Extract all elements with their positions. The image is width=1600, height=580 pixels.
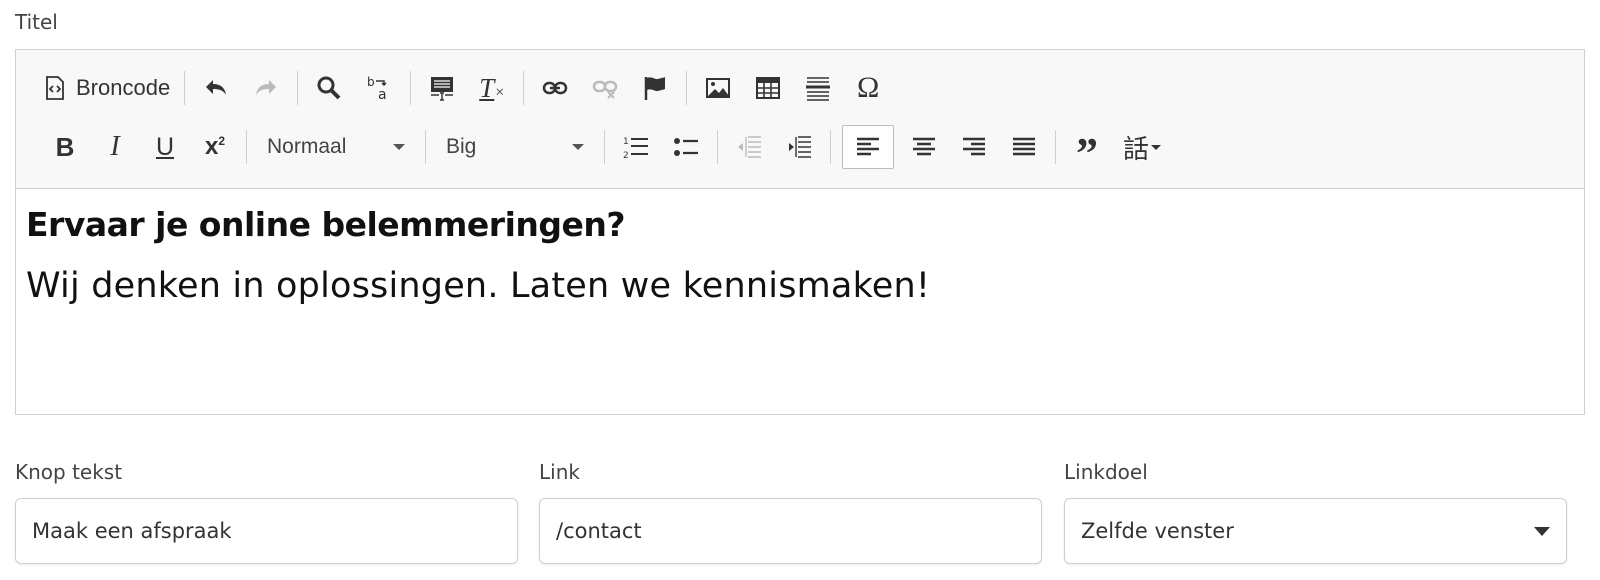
select-all-icon xyxy=(431,77,454,101)
search-icon xyxy=(317,76,341,100)
anchor-button[interactable] xyxy=(635,68,675,108)
chevron-down-icon xyxy=(1151,144,1161,150)
toolbar-separator xyxy=(184,71,186,105)
superscript-icon: x2 xyxy=(204,133,226,160)
svg-text:2: 2 xyxy=(623,151,629,160)
font-size-dropdown[interactable]: Big xyxy=(432,127,598,167)
toolbar-separator xyxy=(297,71,299,105)
editor-content[interactable]: Ervaar je online belemmeringen? Wij denk… xyxy=(26,205,1574,306)
redo-button[interactable] xyxy=(246,68,286,108)
remove-format-icon: T× xyxy=(479,72,506,103)
special-char-button[interactable]: Ω xyxy=(848,68,888,108)
toolbar-separator xyxy=(425,130,426,164)
indent-button[interactable] xyxy=(779,127,819,167)
italic-button[interactable]: I xyxy=(95,127,135,167)
blockquote-button[interactable]: ” xyxy=(1067,127,1107,176)
link-target-value: Zelfde venster xyxy=(1081,519,1234,543)
image-icon xyxy=(706,78,731,98)
align-center-icon xyxy=(913,137,935,156)
replace-icon: b a xyxy=(367,75,387,101)
link-field[interactable] xyxy=(539,498,1042,564)
superscript-button[interactable]: x2 xyxy=(195,127,235,167)
toolbar-separator xyxy=(246,130,247,164)
toolbar-separator xyxy=(604,130,605,164)
svg-text:b: b xyxy=(367,75,375,89)
underline-button[interactable]: U xyxy=(145,127,185,167)
align-right-icon xyxy=(963,137,985,156)
find-button[interactable] xyxy=(309,68,349,108)
toolbar-separator xyxy=(717,130,718,164)
omega-icon: Ω xyxy=(857,71,880,104)
remove-format-button[interactable]: T× xyxy=(472,68,512,108)
content-paragraph: Wij denken in oplossingen. Laten we kenn… xyxy=(26,266,931,306)
undo-icon xyxy=(206,80,227,95)
outdent-icon xyxy=(738,136,761,158)
bold-button[interactable]: B xyxy=(45,127,85,167)
horizontal-line-button[interactable] xyxy=(798,68,838,108)
outdent-button[interactable] xyxy=(729,127,769,167)
image-button[interactable] xyxy=(698,68,738,108)
link-button[interactable] xyxy=(535,68,575,108)
align-center-button[interactable] xyxy=(904,127,944,167)
source-button[interactable]: Broncode xyxy=(40,68,178,108)
source-code-icon xyxy=(46,76,64,100)
toolbar-separator xyxy=(686,71,688,105)
italic-icon: I xyxy=(110,131,120,162)
font-size-dropdown-value: Big xyxy=(446,135,477,158)
align-right-button[interactable] xyxy=(954,127,994,167)
select-all-button[interactable] xyxy=(422,68,462,108)
button-text-label: Knop tekst xyxy=(15,460,123,484)
link-input[interactable] xyxy=(540,499,1041,563)
link-icon xyxy=(542,81,568,95)
bulleted-list-button[interactable] xyxy=(666,127,706,167)
bulleted-list-icon xyxy=(674,138,698,156)
table-button[interactable] xyxy=(748,68,788,108)
link-target-select[interactable]: Zelfde venster xyxy=(1064,498,1567,564)
toolbar-separator xyxy=(830,130,831,164)
button-text-field[interactable] xyxy=(15,498,518,564)
align-left-button[interactable] xyxy=(842,125,894,169)
horizontal-line-icon xyxy=(806,77,831,101)
chevron-down-icon xyxy=(572,144,584,150)
rich-text-editor: Broncode b a T× Ω B I U x2 Normaal Big 1… xyxy=(15,49,1585,415)
replace-button[interactable]: b a xyxy=(359,68,399,108)
chevron-down-icon xyxy=(393,144,405,150)
chevron-down-icon xyxy=(1534,526,1550,536)
flag-icon xyxy=(644,77,666,100)
indent-icon xyxy=(789,136,811,158)
svg-text:a: a xyxy=(378,87,387,101)
format-dropdown-value: Normaal xyxy=(267,135,347,158)
svg-text:1: 1 xyxy=(623,137,629,147)
toolbar-separator xyxy=(523,71,525,105)
language-icon: 話 xyxy=(1122,134,1149,164)
bold-icon: B xyxy=(55,131,75,162)
quote-icon: ” xyxy=(1076,129,1098,178)
language-button[interactable]: 話 xyxy=(1117,127,1167,167)
format-dropdown[interactable]: Normaal xyxy=(253,127,419,167)
align-justify-button[interactable] xyxy=(1004,127,1044,167)
editor-toolbar: Broncode b a T× Ω B I U x2 Normaal Big 1… xyxy=(16,50,1584,189)
underline-icon: U xyxy=(155,132,175,161)
unlink-icon xyxy=(592,80,618,99)
table-icon xyxy=(756,77,781,99)
toolbar-separator xyxy=(410,71,412,105)
link-target-label: Linkdoel xyxy=(1064,460,1148,484)
align-justify-icon xyxy=(1013,137,1035,156)
undo-button[interactable] xyxy=(196,68,236,108)
title-label: Titel xyxy=(15,10,58,34)
content-heading: Ervaar je online belemmeringen? xyxy=(26,205,626,244)
source-button-label: Broncode xyxy=(76,75,171,100)
button-text-input[interactable] xyxy=(16,499,517,563)
numbered-list-button[interactable]: 1 2 xyxy=(616,127,656,167)
align-left-icon xyxy=(857,137,879,156)
unlink-button[interactable] xyxy=(585,68,625,108)
link-label: Link xyxy=(539,460,580,484)
toolbar-separator xyxy=(1055,130,1056,164)
numbered-list-icon: 1 2 xyxy=(623,137,648,160)
redo-icon xyxy=(256,80,277,95)
